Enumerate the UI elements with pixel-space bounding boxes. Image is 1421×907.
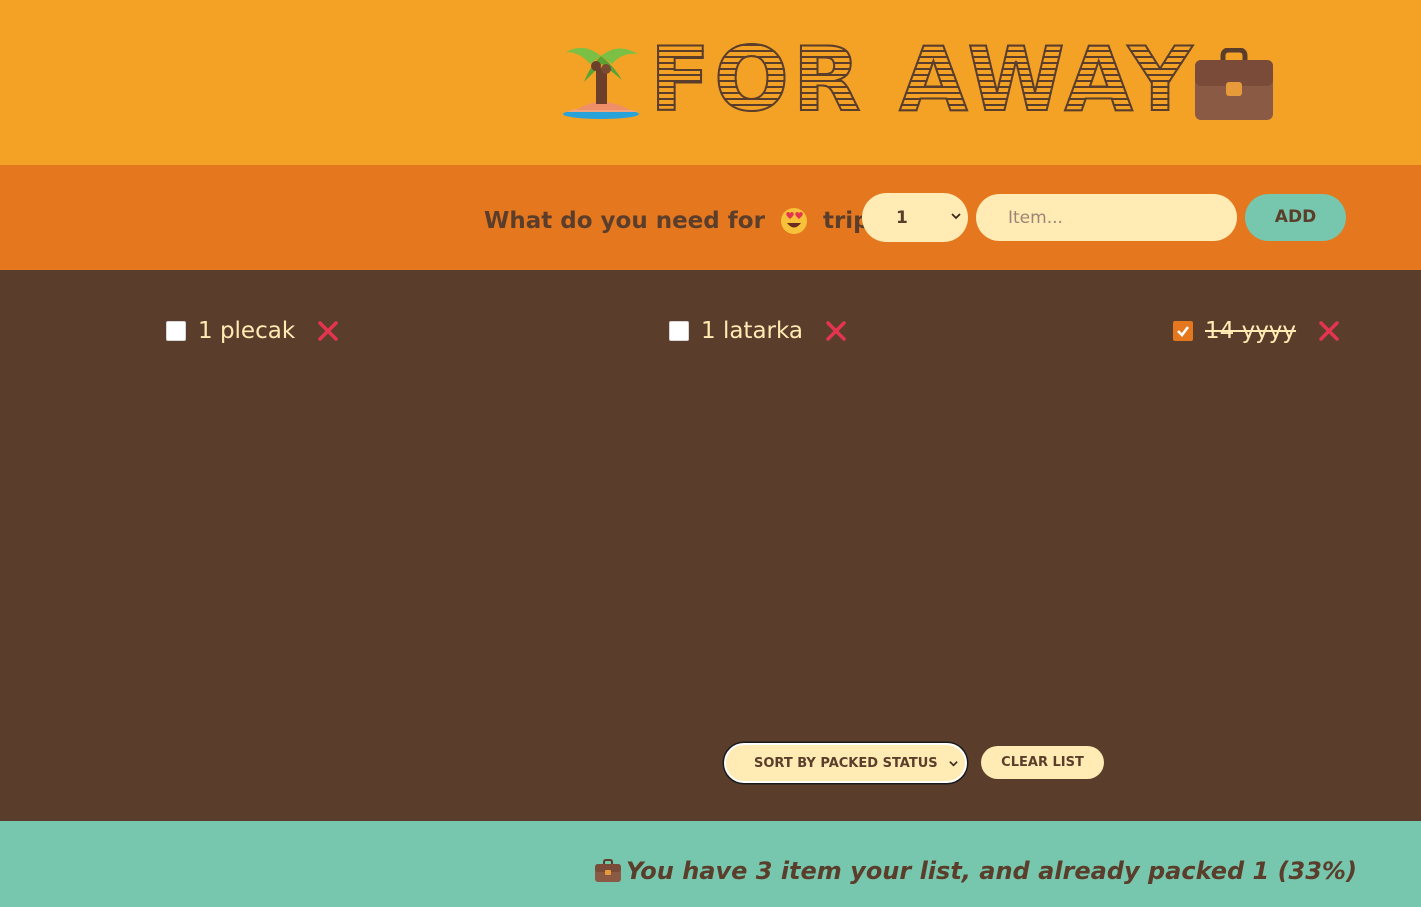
app-title: FOR AWAY (649, 28, 1196, 131)
sort-select[interactable]: SORT BY PACKED STATUS (724, 743, 967, 783)
item-label: 14 yyyy (1205, 318, 1297, 344)
quantity-select[interactable]: 1 (862, 193, 968, 242)
chevron-down-icon (949, 761, 958, 767)
stats-text: You have 3 item your list, and already p… (626, 857, 1357, 885)
delete-icon[interactable] (825, 320, 847, 342)
briefcase-icon (1195, 48, 1273, 120)
list-item: 14 yyyy (1173, 316, 1340, 346)
check-icon (1177, 326, 1190, 337)
item-label: 1 plecak (198, 318, 296, 344)
quantity-value: 1 (896, 207, 908, 228)
palm-island-icon (563, 47, 639, 119)
clear-list-button[interactable]: CLEAR LIST (981, 746, 1104, 779)
packing-list (0, 270, 1421, 821)
heart-eyes-emoji-icon (780, 207, 807, 234)
item-label: 1 latarka (701, 318, 804, 344)
list-item: 1 latarka (669, 316, 847, 346)
list-item: 1 plecak (166, 316, 339, 346)
item-input[interactable] (976, 194, 1237, 241)
add-button[interactable]: ADD (1245, 194, 1346, 241)
briefcase-icon (595, 859, 621, 882)
app-root: FOR AWAY What do you need for trip? 1 AD… (0, 0, 1421, 907)
packed-checkbox[interactable] (1173, 321, 1193, 341)
sort-value: SORT BY PACKED STATUS (754, 755, 938, 771)
delete-icon[interactable] (317, 320, 339, 342)
delete-icon[interactable] (1318, 320, 1340, 342)
form-question: What do you need for trip? (484, 200, 883, 240)
chevron-down-icon (951, 213, 961, 220)
question-text-before: What do you need for (484, 207, 765, 234)
packed-checkbox[interactable] (669, 321, 689, 341)
stats-line: You have 3 item your list, and already p… (594, 853, 1357, 889)
packed-checkbox[interactable] (166, 321, 186, 341)
